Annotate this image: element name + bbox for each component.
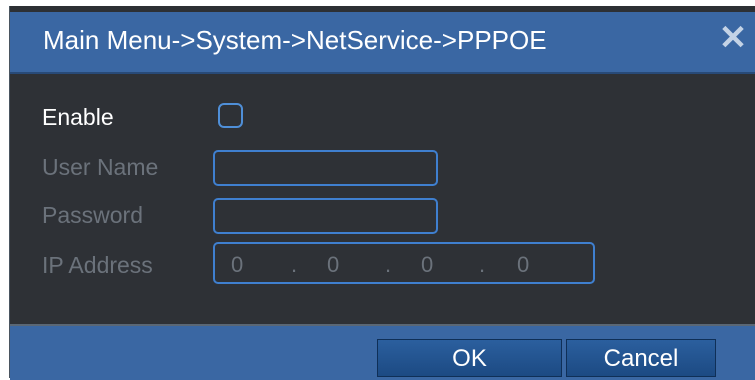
settings-panel: Enable User Name Password IP Address 0 .…: [10, 74, 755, 324]
dialog-title: Main Menu->System->NetService->PPPOE: [43, 25, 547, 55]
ip-separator: .: [385, 252, 392, 277]
button-bar: OK Cancel: [10, 324, 755, 380]
password-field[interactable]: [213, 198, 438, 234]
username-field[interactable]: [213, 150, 438, 186]
pppoe-dialog: Main Menu->System->NetService->PPPOE ✕ E…: [9, 6, 755, 380]
username-label: User Name: [42, 154, 159, 180]
password-label: Password: [42, 202, 143, 228]
enable-label: Enable: [42, 104, 114, 130]
ip-separator: .: [291, 252, 298, 277]
ip-separator: .: [479, 252, 486, 277]
ok-button[interactable]: OK: [377, 339, 562, 377]
ip-octet-2[interactable]: 0: [327, 252, 339, 278]
title-bar: Main Menu->System->NetService->PPPOE ✕: [10, 12, 755, 74]
ip-octet-4[interactable]: 0: [517, 252, 529, 278]
ip-octet-1[interactable]: 0: [231, 252, 243, 278]
ip-address-field[interactable]: 0 . 0 . 0 . 0: [213, 242, 595, 284]
cancel-button[interactable]: Cancel: [566, 339, 716, 377]
ip-address-label: IP Address: [42, 252, 153, 278]
ip-octet-3[interactable]: 0: [421, 252, 433, 278]
enable-checkbox[interactable]: [218, 103, 243, 128]
close-icon[interactable]: ✕: [718, 21, 748, 55]
